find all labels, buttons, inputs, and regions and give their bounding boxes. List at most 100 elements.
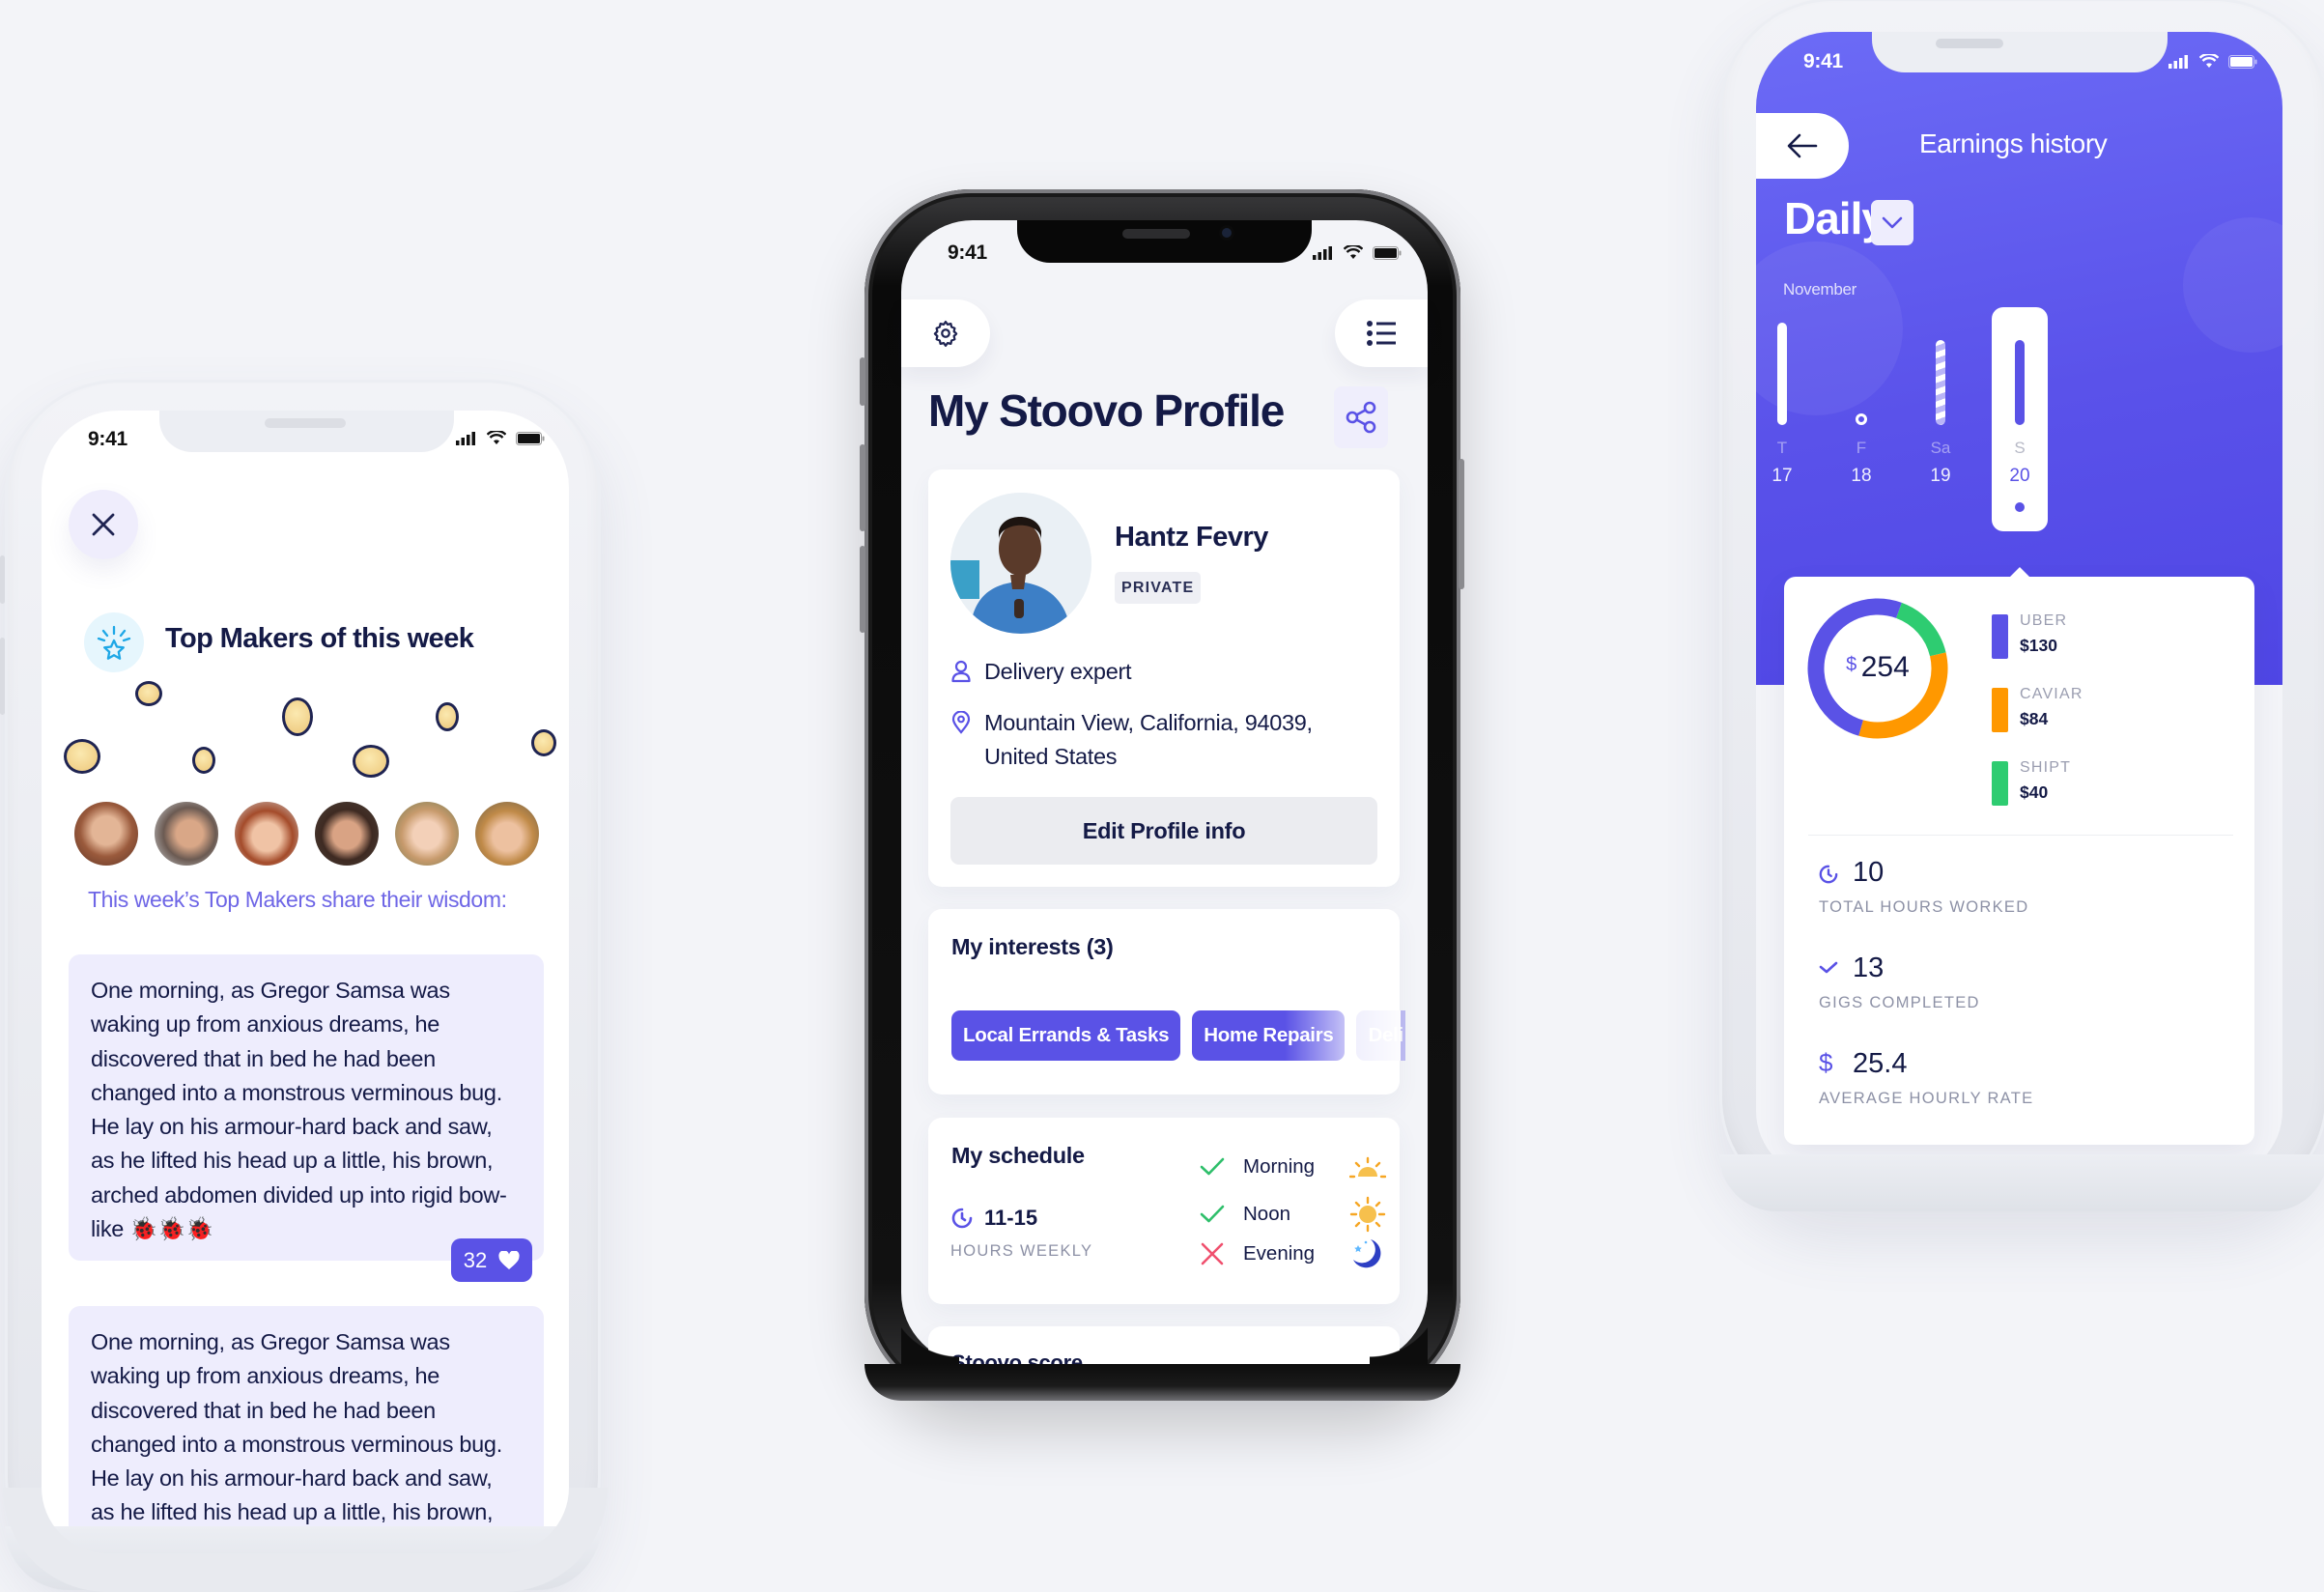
legend-swatch xyxy=(1992,614,2008,659)
maker-avatar[interactable] xyxy=(395,802,459,866)
day-number: 20 xyxy=(2009,466,2030,486)
schedule-label: Evening xyxy=(1243,1242,1316,1265)
stat-value: 13 xyxy=(1853,952,1885,983)
phone-side-button xyxy=(1459,459,1464,589)
location-row: Mountain View, California, 94039, United… xyxy=(951,706,1313,774)
status-time: 9:41 xyxy=(88,428,128,450)
card-divider xyxy=(1808,835,2233,836)
edit-profile-button[interactable]: Edit Profile info xyxy=(950,797,1377,865)
coin-decoration xyxy=(353,745,389,778)
stat-value: 10 xyxy=(1853,857,1885,888)
notch xyxy=(159,411,454,452)
settings-button[interactable] xyxy=(901,299,990,367)
left-phone-screen-corner xyxy=(42,1488,569,1553)
phone-side-button xyxy=(860,546,865,633)
hours-label: HOURS WEEKLY xyxy=(950,1242,1093,1260)
like-count: 32 xyxy=(463,1247,488,1272)
location-line-1: Mountain View, California, 94039, xyxy=(984,710,1313,735)
legend-name: UBER xyxy=(2020,612,2068,629)
moon-icon xyxy=(1353,1239,1381,1268)
hours-value: 11-15 xyxy=(984,1206,1038,1230)
day-number: 18 xyxy=(1851,466,1872,486)
post-text: One morning, as Gregor Samsa was waking … xyxy=(91,978,507,1242)
signal-icon xyxy=(2168,54,2188,69)
check-icon xyxy=(1200,1157,1225,1176)
user-icon xyxy=(951,660,971,683)
speaker xyxy=(1936,39,2003,48)
donut-total-value: 254 xyxy=(1860,651,1910,683)
day-letter: F xyxy=(1856,439,1867,457)
schedule-row-noon[interactable]: Noon xyxy=(1193,1196,1386,1233)
stat-label: AVERAGE HOURLY RATE xyxy=(1819,1090,2034,1107)
maker-avatar[interactable] xyxy=(315,802,379,866)
share-button[interactable] xyxy=(1334,386,1388,448)
status-time: 9:41 xyxy=(948,242,987,264)
front-camera xyxy=(1219,225,1234,241)
battery-icon xyxy=(1373,245,1402,260)
coin-decoration xyxy=(192,747,215,774)
legend-value: $130 xyxy=(2020,636,2057,655)
legend-swatch xyxy=(1992,688,2008,732)
card-pointer xyxy=(2010,567,2029,577)
status-time: 9:41 xyxy=(1803,50,1843,72)
interest-chip[interactable]: Local Errands & Tasks xyxy=(951,1010,1181,1061)
day-bar[interactable] xyxy=(1777,323,1787,425)
day-bar[interactable] xyxy=(2015,340,2025,425)
maker-avatar[interactable] xyxy=(74,802,138,866)
top-makers-title: Top Makers of this week xyxy=(165,623,474,654)
notch xyxy=(1872,32,2168,72)
wifi-icon xyxy=(2199,54,2219,68)
schedule-label: Morning xyxy=(1243,1155,1316,1178)
heart-icon xyxy=(498,1250,520,1269)
interests-title: My interests (3) xyxy=(951,934,1114,959)
close-button[interactable] xyxy=(69,490,138,559)
stat-label: GIGS COMPLETED xyxy=(1819,994,1980,1011)
maker-avatar[interactable] xyxy=(235,802,298,866)
phone-side-button xyxy=(0,638,5,715)
role-text: Delivery expert xyxy=(984,659,1132,684)
phone-side-button xyxy=(0,555,5,604)
day-bar[interactable] xyxy=(1856,413,1867,425)
header-bubble xyxy=(1729,242,1903,415)
profile-avatar[interactable] xyxy=(950,493,1091,634)
coin-decoration xyxy=(282,697,313,736)
middle-phone-bezel-right xyxy=(1370,1285,1428,1364)
sunrise-icon xyxy=(1349,1156,1386,1179)
earnings-title: Earnings history xyxy=(1919,128,2108,158)
close-icon xyxy=(92,513,115,536)
stat-value: 25.4 xyxy=(1853,1048,1908,1079)
top-makers-avatars xyxy=(74,802,539,866)
coin-decoration xyxy=(531,729,556,756)
signal-icon xyxy=(1313,245,1332,260)
top-makers-icon xyxy=(84,612,144,672)
period-dropdown[interactable] xyxy=(1871,200,1913,245)
back-button[interactable] xyxy=(1756,113,1849,179)
privacy-badge: PRIVATE xyxy=(1115,572,1202,604)
day-letter: T xyxy=(1776,439,1788,457)
middle-phone-bezel-left xyxy=(901,1285,959,1364)
schedule-row-evening[interactable]: Evening xyxy=(1193,1237,1384,1271)
arrow-left-icon xyxy=(1787,133,1818,158)
wifi-icon xyxy=(1344,245,1363,259)
location-pin-icon xyxy=(951,711,971,734)
top-makers-subtitle: This week’s Top Makers share their wisdo… xyxy=(88,887,507,912)
coin-decoration xyxy=(436,702,459,731)
sun-icon xyxy=(1349,1196,1386,1233)
cross-icon xyxy=(1201,1242,1224,1265)
chips-fade-overlay xyxy=(1285,1010,1401,1061)
check-icon xyxy=(1819,961,1838,974)
menu-button[interactable] xyxy=(1335,299,1428,367)
maker-avatar[interactable] xyxy=(475,802,539,866)
day-bar[interactable] xyxy=(1936,340,1945,425)
day-letter: S xyxy=(2014,439,2026,457)
schedule-row-morning[interactable]: Morning xyxy=(1193,1155,1386,1179)
donut-currency: $ xyxy=(1846,654,1857,675)
dollar-icon: $ xyxy=(1819,1048,1833,1077)
maker-avatar[interactable] xyxy=(155,802,218,866)
like-button[interactable]: 32 xyxy=(451,1238,532,1282)
page-title: My Stoovo Profile xyxy=(928,385,1285,436)
notch xyxy=(1017,220,1312,263)
schedule-label: Noon xyxy=(1243,1203,1291,1225)
check-icon xyxy=(1200,1205,1225,1223)
person-photo xyxy=(950,493,1091,634)
